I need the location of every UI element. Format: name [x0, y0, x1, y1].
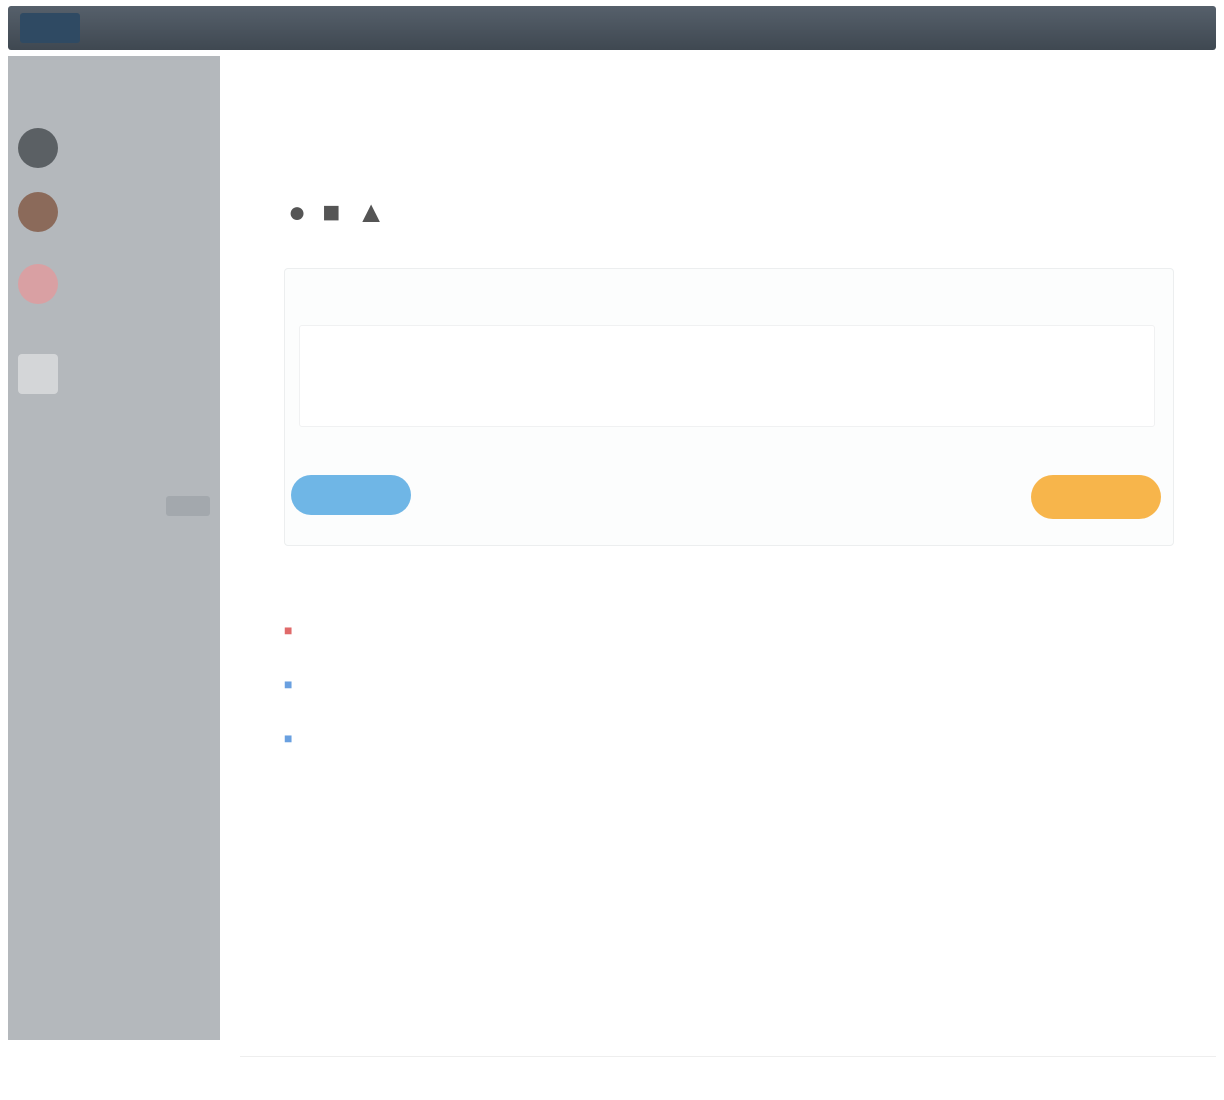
avatar [18, 192, 58, 232]
sidebar-item-1[interactable] [18, 126, 214, 170]
post-button[interactable] [291, 475, 411, 515]
sidebar-item-2[interactable] [18, 190, 214, 234]
avatar [18, 128, 58, 168]
table-row: ■ [284, 668, 1172, 700]
footer [240, 1056, 1216, 1097]
resource-icon: ■ [284, 730, 293, 746]
action-button[interactable] [1031, 475, 1161, 519]
post-type-icons: ● ■ ▲ [288, 196, 386, 230]
main-content: ● ■ ▲ ■ ■ ■ [240, 56, 1216, 1096]
avatar [18, 354, 58, 394]
sidebar-item-3[interactable] [18, 262, 214, 306]
top-navigation-bar [8, 6, 1216, 50]
resource-icon: ■ [284, 676, 293, 692]
sidebar-item-4[interactable] [18, 352, 214, 396]
message-input[interactable] [299, 325, 1155, 427]
app-logo[interactable] [20, 13, 80, 43]
post-composer [284, 268, 1174, 546]
avatar [18, 264, 58, 304]
table-row: ■ [284, 722, 1172, 754]
resource-icon: ■ [284, 622, 293, 638]
sidebar [8, 56, 220, 1040]
user-icon[interactable]: ● [288, 196, 306, 230]
sidebar-more-button[interactable] [166, 496, 210, 516]
table-row: ■ [284, 614, 1172, 646]
attachment-icon[interactable]: ▲ [356, 196, 386, 230]
image-icon[interactable]: ■ [322, 196, 340, 230]
resources-section: ■ ■ ■ [284, 576, 1172, 776]
